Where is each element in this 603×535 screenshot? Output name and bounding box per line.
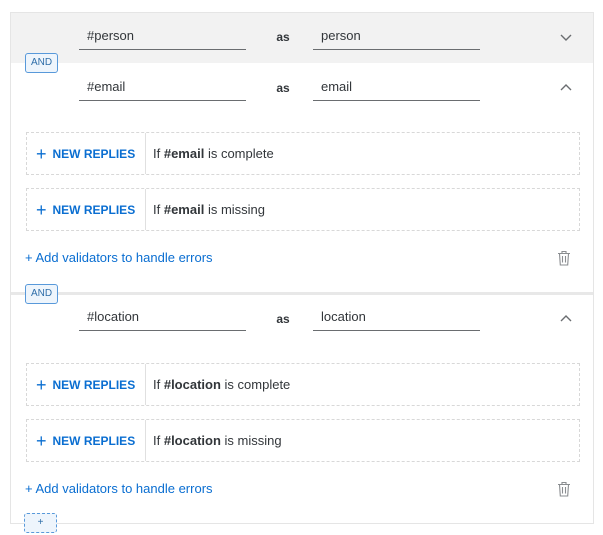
add-condition-button[interactable]: + — [24, 513, 57, 533]
new-replies-button[interactable]: + NEW REPLIES — [27, 189, 146, 230]
condition-row-location[interactable]: #location as location — [11, 294, 593, 344]
reply-condition-email-complete: + NEW REPLIES If #email is complete — [26, 132, 580, 175]
chevron-up-icon[interactable] — [559, 312, 573, 326]
plus-icon: + — [36, 199, 47, 220]
entity-field-location[interactable]: #location — [79, 305, 246, 331]
add-validators-link[interactable]: + Add validators to handle errors — [25, 481, 213, 496]
reply-condition-text: If #email is missing — [153, 202, 266, 217]
variable-field-email[interactable]: email — [313, 75, 480, 101]
variable-field-location[interactable]: location — [313, 305, 480, 331]
new-replies-label: NEW REPLIES — [52, 146, 136, 161]
condition-row-email[interactable]: #email as email — [11, 63, 593, 113]
reply-condition-text: If #location is complete — [153, 377, 291, 392]
chevron-up-icon[interactable] — [559, 81, 573, 95]
as-label: as — [276, 30, 290, 44]
add-validators-link[interactable]: + Add validators to handle errors — [25, 250, 213, 265]
new-replies-button[interactable]: + NEW REPLIES — [27, 364, 146, 405]
reply-condition-text: If #email is complete — [153, 146, 274, 161]
as-label: as — [276, 312, 290, 326]
reply-condition-location-missing: + NEW REPLIES If #location is missing — [26, 419, 580, 462]
as-label: as — [276, 81, 290, 95]
condition-row-person[interactable]: #person as person — [11, 13, 593, 63]
plus-icon: + — [36, 143, 47, 164]
plus-icon: + — [36, 430, 47, 451]
reply-condition-email-missing: + NEW REPLIES If #email is missing — [26, 188, 580, 231]
new-replies-button[interactable]: + NEW REPLIES — [27, 420, 146, 461]
entity-field-person[interactable]: #person — [79, 24, 246, 50]
new-replies-button[interactable]: + NEW REPLIES — [27, 133, 146, 174]
variable-field-person[interactable]: person — [313, 24, 480, 50]
new-replies-label: NEW REPLIES — [52, 433, 136, 448]
new-replies-label: NEW REPLIES — [52, 202, 136, 217]
conditions-panel: #person as person AND #email as email + … — [10, 12, 594, 524]
reply-condition-location-complete: + NEW REPLIES If #location is complete — [26, 363, 580, 406]
chevron-down-icon[interactable] — [559, 30, 573, 44]
new-replies-label: NEW REPLIES — [52, 377, 136, 392]
entity-field-email[interactable]: #email — [79, 75, 246, 101]
plus-icon: + — [36, 374, 47, 395]
trash-icon[interactable] — [557, 250, 571, 266]
trash-icon[interactable] — [557, 481, 571, 497]
reply-condition-text: If #location is missing — [153, 433, 282, 448]
